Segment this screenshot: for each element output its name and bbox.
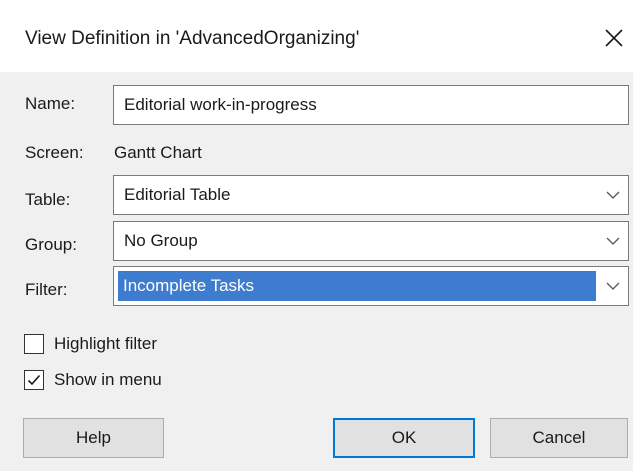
group-label: Group: bbox=[25, 235, 77, 254]
screen-label: Screen: bbox=[25, 143, 84, 162]
close-button[interactable] bbox=[600, 24, 628, 52]
cancel-button-label: Cancel bbox=[532, 428, 586, 447]
view-definition-dialog: View Definition in 'AdvancedOrganizing' … bbox=[0, 0, 633, 471]
name-value: Editorial work-in-progress bbox=[124, 95, 317, 114]
close-icon bbox=[605, 29, 623, 47]
name-label: Name: bbox=[25, 94, 76, 113]
show-in-menu-checkbox[interactable] bbox=[24, 370, 44, 390]
chevron-down-icon bbox=[604, 232, 622, 250]
table-label: Table: bbox=[25, 190, 71, 209]
chevron-down-icon bbox=[604, 186, 622, 204]
cancel-button[interactable]: Cancel bbox=[490, 418, 628, 458]
chevron-down-icon bbox=[604, 277, 622, 295]
ok-button[interactable]: OK bbox=[333, 418, 475, 458]
group-value: No Group bbox=[124, 231, 198, 250]
table-value: Editorial Table bbox=[124, 185, 231, 204]
checkmark-icon bbox=[27, 374, 41, 386]
highlight-filter-checkbox[interactable] bbox=[24, 334, 44, 354]
ok-button-label: OK bbox=[391, 428, 417, 447]
filter-dropdown[interactable]: Incomplete Tasks bbox=[113, 266, 629, 306]
dialog-title: View Definition in 'AdvancedOrganizing' bbox=[25, 28, 360, 49]
filter-value: Incomplete Tasks bbox=[123, 276, 255, 295]
table-dropdown[interactable]: Editorial Table bbox=[113, 175, 629, 215]
help-button-label: Help bbox=[76, 428, 111, 447]
dialog-body: Name: Editorial work-in-progress Screen:… bbox=[0, 72, 633, 471]
group-dropdown[interactable]: No Group bbox=[113, 221, 629, 261]
filter-label: Filter: bbox=[25, 280, 68, 299]
filter-selection-highlight: Incomplete Tasks bbox=[118, 271, 596, 301]
screen-value: Gantt Chart bbox=[114, 143, 202, 162]
show-in-menu-label: Show in menu bbox=[54, 370, 162, 389]
name-input[interactable]: Editorial work-in-progress bbox=[113, 85, 629, 125]
highlight-filter-label: Highlight filter bbox=[54, 334, 157, 353]
title-bar: View Definition in 'AdvancedOrganizing' bbox=[0, 0, 633, 72]
help-button[interactable]: Help bbox=[23, 418, 164, 458]
